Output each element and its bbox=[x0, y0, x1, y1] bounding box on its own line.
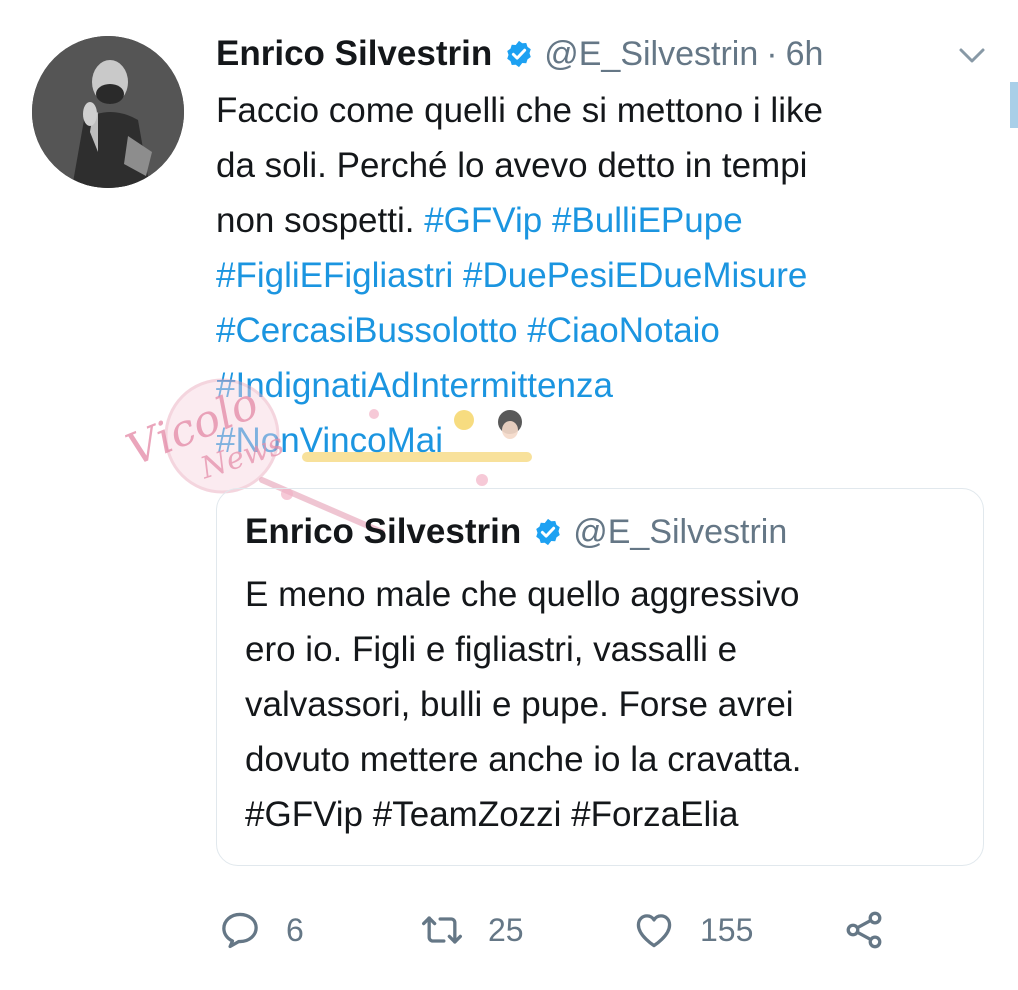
hashtag-link[interactable]: #CiaoNotaio bbox=[527, 311, 720, 350]
hashtag-link[interactable]: #BulliEPupe bbox=[552, 201, 743, 240]
like-button[interactable]: 155 bbox=[632, 900, 753, 960]
text-line: #NonVincoMai bbox=[216, 413, 976, 468]
reply-button[interactable]: 6 bbox=[218, 900, 304, 960]
verified-badge-icon bbox=[536, 518, 560, 546]
tweet-text: Faccio come quelli che si mettono i like… bbox=[216, 83, 976, 468]
share-icon bbox=[846, 911, 882, 949]
like-icon bbox=[636, 914, 672, 948]
quoted-author-handle: @E_Silvestrin bbox=[573, 512, 788, 551]
like-count: 155 bbox=[700, 911, 754, 948]
quoted-hashtag: #TeamZozzi bbox=[372, 795, 562, 834]
hashtag-link[interactable]: #FigliEFigliastri bbox=[216, 256, 453, 295]
quoted-tweet-card[interactable]: Enrico Silvestrin @E_Silvestrin E meno m… bbox=[216, 488, 984, 866]
quoted-tweet-text: E meno male che quello aggressivo ero io… bbox=[245, 567, 965, 842]
hashtag-link[interactable]: #GFVip bbox=[424, 201, 542, 240]
share-button[interactable] bbox=[842, 900, 886, 960]
quoted-hashtag: #GFVip bbox=[245, 795, 364, 834]
tweet-header: Enrico Silvestrin @E_Silvestrin · 6h bbox=[216, 32, 823, 76]
avatar[interactable] bbox=[32, 36, 184, 188]
hashtag-link[interactable]: #NonVincoMai bbox=[216, 421, 443, 460]
text-line: #IndignatiAdIntermittenza bbox=[216, 358, 976, 413]
text-line: #CercasiBussolotto #CiaoNotaio bbox=[216, 303, 976, 358]
retweet-icon bbox=[422, 916, 462, 944]
author-name[interactable]: Enrico Silvestrin bbox=[216, 34, 492, 74]
text-line: Faccio come quelli che si mettono i like bbox=[216, 91, 823, 130]
text-line: da soli. Perché lo avevo detto in tempi bbox=[216, 146, 808, 185]
tweet-time[interactable]: 6h bbox=[786, 35, 824, 74]
text-line: #GFVip #TeamZozzi #ForzaElia bbox=[245, 787, 965, 842]
hashtag-link[interactable]: #IndignatiAdIntermittenza bbox=[216, 366, 613, 405]
text-line: #FigliEFigliastri #DuePesiEDueMisure bbox=[216, 248, 976, 303]
quoted-tweet-header: Enrico Silvestrin @E_Silvestrin bbox=[245, 511, 787, 553]
hashtag-link[interactable]: #CercasiBussolotto bbox=[216, 311, 518, 350]
chevron-down-icon[interactable] bbox=[955, 42, 989, 70]
author-handle[interactable]: @E_Silvestrin bbox=[544, 35, 758, 74]
text-line: non sospetti. #GFVip #BulliEPupe bbox=[216, 201, 743, 240]
hashtag-link[interactable]: #DuePesiEDueMisure bbox=[463, 256, 807, 295]
quoted-hashtag: #ForzaElia bbox=[571, 795, 739, 834]
quoted-author-name: Enrico Silvestrin bbox=[245, 512, 522, 551]
avatar-photo bbox=[32, 36, 184, 188]
verified-badge-icon bbox=[507, 40, 531, 68]
retweet-count: 25 bbox=[488, 911, 524, 948]
text-line: E meno male che quello aggressivo bbox=[245, 575, 800, 614]
text-line: valvassori, bulli e pupe. Forse avrei bbox=[245, 685, 794, 724]
reply-icon bbox=[222, 912, 258, 949]
text-line: ero io. Figli e figliastri, vassalli e bbox=[245, 630, 738, 669]
tweet-actions: 6 25 155 bbox=[0, 900, 1018, 960]
scroll-indicator bbox=[1010, 82, 1018, 128]
reply-count: 6 bbox=[286, 911, 304, 948]
separator-dot: · bbox=[766, 34, 778, 73]
text-line: dovuto mettere anche io la cravatta. bbox=[245, 740, 802, 779]
retweet-button[interactable]: 25 bbox=[420, 900, 524, 960]
